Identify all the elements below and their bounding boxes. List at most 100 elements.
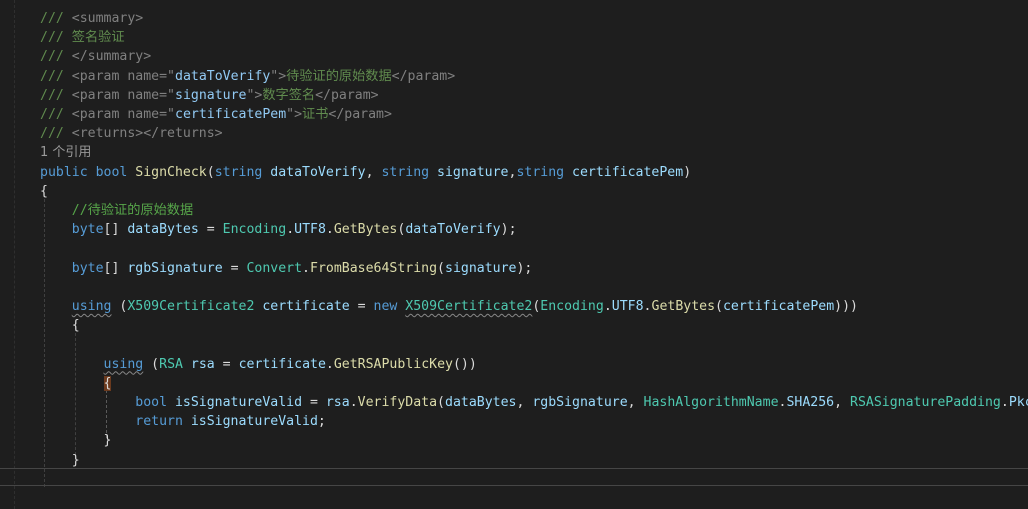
code-token: .	[286, 222, 295, 238]
code-token: .	[325, 356, 334, 372]
code-token: 数字签名	[262, 87, 316, 103]
code-token: )))	[834, 299, 858, 314]
code-token: .	[325, 222, 334, 238]
code-token: RSASignaturePadding	[850, 395, 1001, 410]
code-token: byte	[71, 222, 104, 238]
code-token: .	[302, 260, 310, 276]
codelens-reference-count[interactable]: 1 个引用	[40, 145, 91, 160]
code-line[interactable]: /// <param name="signature">数字签名</param>	[40, 86, 379, 105]
code-token: ,	[516, 395, 533, 410]
code-token: ,	[834, 395, 850, 410]
code-token: certificatePem	[722, 299, 835, 314]
code-line[interactable]: byte[] dataBytes = Encoding.UTF8.GetByte…	[40, 220, 517, 239]
code-token: Encoding	[540, 299, 604, 314]
code-line[interactable]: }	[40, 451, 80, 470]
code-token: );	[500, 222, 517, 238]
code-line[interactable]: /// <param name="dataToVerify">待验证的原始数据<…	[40, 67, 455, 86]
code-token: HashAlgorithmName	[643, 395, 779, 410]
code-token: isSignatureValid	[190, 414, 318, 430]
code-token: .	[603, 299, 612, 314]
code-line[interactable]: {	[40, 374, 112, 393]
code-token: certificatePem	[572, 164, 684, 180]
code-line[interactable]: /// 签名验证	[40, 28, 125, 47]
code-token: certificate	[238, 356, 326, 372]
code-token: =	[302, 395, 326, 410]
code-token: (	[206, 164, 215, 180]
code-token: bool	[135, 395, 175, 410]
code-token: {	[40, 183, 48, 199]
code-token: ="	[159, 107, 175, 122]
code-token: bool	[95, 164, 136, 180]
code-line[interactable]: byte[] rgbSignature = Convert.FromBase64…	[40, 259, 533, 278]
code-token: .	[643, 299, 652, 314]
code-token: VerifyData	[357, 395, 438, 410]
code-token: ">	[270, 68, 287, 84]
code-token: string	[214, 164, 271, 180]
code-token: name	[127, 68, 160, 84]
code-token: (	[111, 299, 128, 314]
code-line[interactable]: public bool SignCheck(string dataToVerif…	[40, 163, 691, 182]
code-line[interactable]: using (RSA rsa = certificate.GetRSAPubli…	[40, 355, 477, 374]
code-line[interactable]: bool isSignatureValid = rsa.VerifyData(d…	[40, 393, 1028, 412]
code-token: return	[135, 414, 191, 430]
code-token: UTF8	[611, 299, 644, 314]
code-token: GetRSAPublicKey	[333, 356, 453, 372]
code-token: ///	[40, 126, 72, 142]
code-token: {	[103, 375, 112, 391]
code-token: 证书	[302, 107, 329, 122]
code-token: </param>	[328, 107, 392, 122]
code-token: </param>	[391, 68, 456, 84]
code-line[interactable]: /// <returns></returns>	[40, 124, 223, 143]
code-token: Pkcs1	[1008, 395, 1028, 410]
code-token: (	[437, 260, 445, 276]
code-token: dataToVerify	[270, 164, 366, 180]
code-token: ="	[159, 68, 175, 84]
code-line[interactable]: //待验证的原始数据	[40, 201, 193, 220]
code-line[interactable]: /// </summary>	[40, 47, 151, 66]
code-token: =	[214, 356, 239, 372]
code-token: name	[127, 107, 160, 122]
code-token: </summary>	[71, 49, 152, 65]
code-token: certificate	[262, 299, 350, 314]
code-token: )	[683, 164, 692, 180]
code-token: rgbSignature	[532, 395, 628, 410]
code-token: dataBytes	[127, 222, 199, 238]
code-token: {	[40, 318, 80, 334]
code-token: 签名验证	[71, 30, 125, 46]
code-line[interactable]: return isSignatureValid;	[40, 412, 326, 431]
code-token: dataBytes	[445, 395, 517, 410]
code-token: X509Certificate2	[405, 299, 533, 314]
code-token: ">	[286, 107, 303, 122]
code-token: ,	[627, 395, 644, 410]
code-line[interactable]: using (X509Certificate2 certificate = ne…	[40, 297, 858, 316]
code-editor[interactable]: /// <summary>/// 签名验证/// </summary>/// <…	[0, 0, 1028, 509]
code-token: //待验证的原始数据	[40, 203, 194, 218]
code-token: dataToVerify	[175, 68, 271, 84]
code-token: dataToVerify	[405, 222, 501, 238]
code-token: X509Certificate2	[127, 299, 255, 314]
code-line[interactable]: {	[40, 316, 80, 335]
code-line[interactable]: }	[40, 431, 112, 450]
code-line[interactable]: 1 个引用	[40, 143, 91, 162]
code-token: <param	[71, 87, 128, 103]
code-token: SignCheck	[135, 164, 207, 180]
code-token: ())	[452, 356, 477, 372]
code-token: (	[437, 395, 445, 410]
code-token: public	[40, 164, 96, 180]
code-token: string	[381, 164, 438, 180]
code-token: =	[198, 222, 223, 238]
code-line[interactable]: /// <summary>	[40, 9, 143, 28]
code-token: signature	[437, 164, 509, 180]
code-token: ///	[40, 87, 72, 103]
code-token: signature	[175, 87, 247, 103]
code-line[interactable]: /// <param name="certificatePem">证书</par…	[40, 105, 392, 124]
code-token: isSignatureValid	[174, 395, 303, 410]
code-line[interactable]: {	[40, 182, 48, 201]
